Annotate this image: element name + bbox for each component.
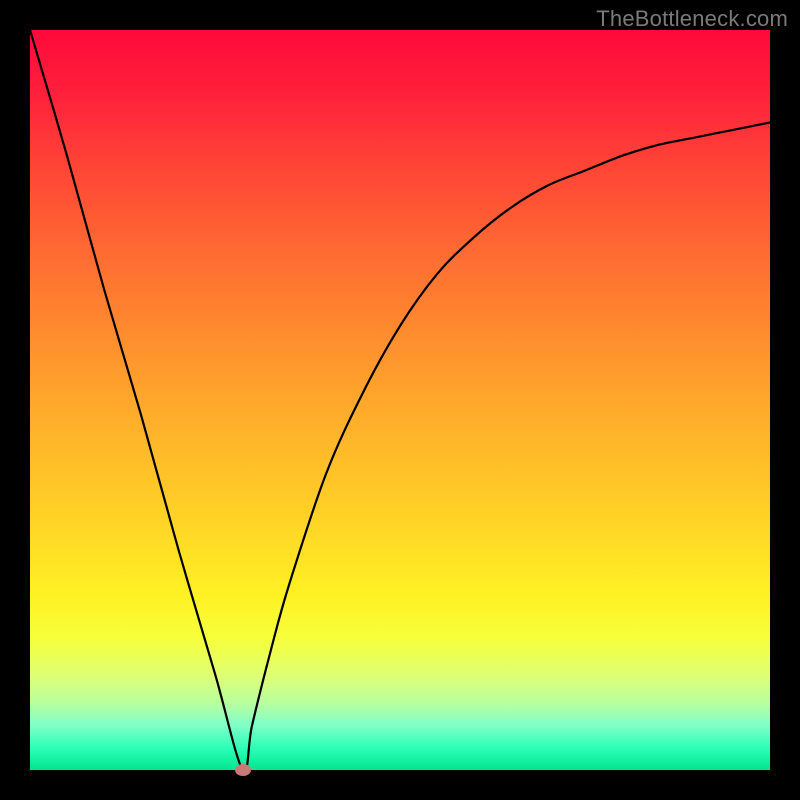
watermark-text: TheBottleneck.com [596,6,788,32]
bottleneck-curve [30,30,770,770]
chart-frame: TheBottleneck.com [0,0,800,800]
min-marker [235,764,251,776]
plot-area [30,30,770,770]
curve-path [30,30,770,770]
